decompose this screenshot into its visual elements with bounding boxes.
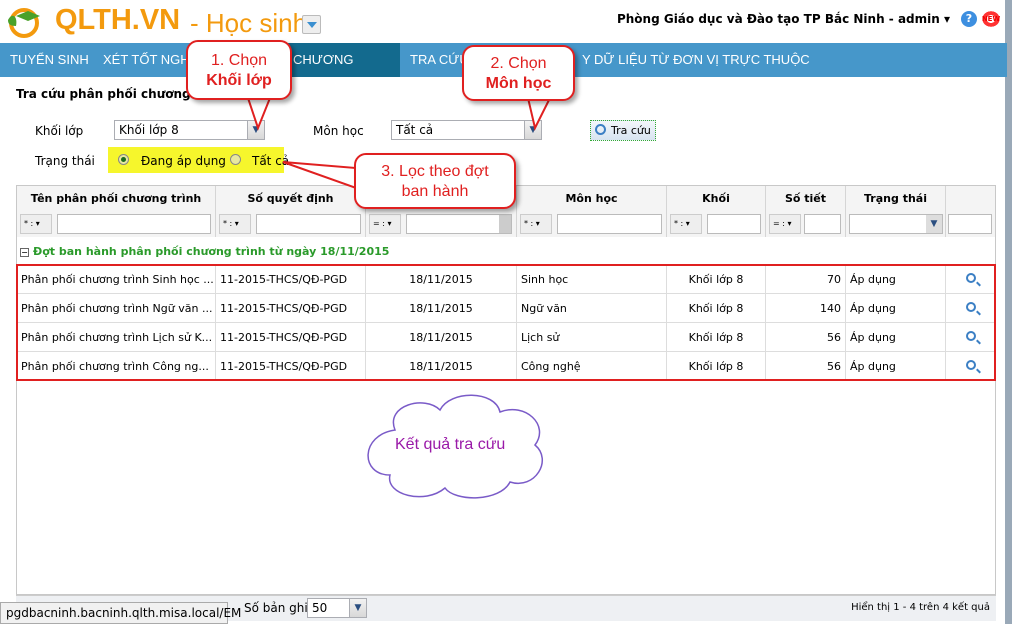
filter-date-input[interactable] [406, 214, 512, 234]
filter-op[interactable]: = : ▾ [769, 214, 801, 234]
col-header-subject[interactable]: Môn học [517, 186, 667, 211]
chevron-down-icon[interactable]: ▼ [247, 121, 264, 139]
filter-grade-input[interactable] [707, 214, 761, 234]
col-header-action [946, 186, 995, 211]
cloud-text: Kết quả tra cứu [395, 436, 506, 453]
page-size-label: Số bản ghi [244, 601, 308, 615]
filter-date: = : ▾ [366, 211, 517, 237]
callout-text: 3. Lọc theo đợt [381, 163, 489, 180]
callout-text-bold: Môn học [485, 75, 552, 92]
module-title: - Học sinh [190, 8, 308, 38]
filter-op[interactable]: * : ▾ [20, 214, 52, 234]
filter-periods: = : ▾ [766, 211, 846, 237]
page-size-select[interactable]: 50 ▼ [307, 598, 367, 618]
filter-subject: * : ▾ [517, 211, 667, 237]
radio-all[interactable] [230, 154, 241, 165]
callout-khoi-lop: 1. Chọn Khối lớp [186, 40, 292, 100]
callout-text-bold: Khối lớp [206, 72, 272, 89]
logo-icon [8, 8, 40, 38]
col-header-decision[interactable]: Số quyết định [216, 186, 366, 211]
search-icon [595, 124, 606, 135]
filter-op[interactable]: * : ▾ [219, 214, 251, 234]
mon-hoc-label: Môn học [313, 124, 364, 138]
nav-xet-tot-nghiep[interactable]: XÉT TỐT NGH [93, 43, 200, 77]
khoi-lop-select[interactable]: Khối lớp 8 ▼ [114, 120, 265, 140]
filter-subject-input[interactable] [557, 214, 662, 234]
callout-mon-hoc: 2. Chọn Môn học [462, 45, 575, 101]
results-highlight [16, 264, 996, 381]
radio-active-label[interactable]: Đang áp dụng [141, 154, 226, 168]
filter-status: ▼ [846, 211, 946, 237]
mon-hoc-value: Tất cả [396, 123, 434, 137]
status-label: Trạng thái [35, 154, 95, 168]
filter-decision-input[interactable] [256, 214, 361, 234]
status-bar-url: pgdbacninh.bacninh.qlth.misa.local/EM [0, 602, 241, 624]
filter-op[interactable]: * : ▾ [670, 214, 702, 234]
mon-hoc-select[interactable]: Tất cả ▼ [391, 120, 542, 140]
khoi-lop-value: Khối lớp 8 [119, 123, 179, 137]
user-menu[interactable]: Phòng Giáo dục và Đào tạo TP Bắc Ninh - … [617, 12, 950, 26]
filter-action-input[interactable] [948, 214, 992, 234]
nav-chuong-trinh[interactable]: CHƯƠNG TRÌNH [283, 43, 400, 101]
callout-dot-ban-hanh: 3. Lọc theo đợt ban hành [354, 153, 516, 209]
col-header-name[interactable]: Tên phân phối chương trình [17, 186, 216, 211]
khoi-lop-label: Khối lớp [35, 124, 84, 138]
chevron-down-icon[interactable]: ▼ [926, 215, 942, 233]
new-badge-icon[interactable]: NEW [981, 10, 1001, 28]
window-border [1005, 0, 1012, 624]
filter-op[interactable]: * : ▾ [520, 214, 552, 234]
nav-tuyen-sinh[interactable]: TUYỂN SINH [0, 43, 99, 77]
page-size-value: 50 [312, 601, 328, 615]
chevron-down-icon[interactable]: ▼ [349, 599, 366, 617]
filter-grade: * : ▾ [667, 211, 766, 237]
calendar-icon[interactable] [499, 215, 511, 233]
filter-op[interactable]: = : ▾ [369, 214, 401, 234]
collapse-icon[interactable]: − [20, 248, 29, 257]
filter-status-select[interactable]: ▼ [849, 214, 943, 234]
chevron-down-icon[interactable]: ▼ [524, 121, 541, 139]
col-header-periods[interactable]: Số tiết [766, 186, 846, 211]
radio-active[interactable] [118, 154, 129, 165]
group-header[interactable]: − Đợt ban hành phân phối chương trình từ … [20, 245, 389, 258]
brand-name[interactable]: QLTH.VN [55, 4, 180, 37]
header: QLTH.VN - Học sinh Phòng Giáo dục và Đào… [0, 0, 1012, 43]
filter-name: * : ▾ [17, 211, 216, 237]
filter-decision: * : ▾ [216, 211, 366, 237]
filter-name-input[interactable] [57, 214, 211, 234]
callout-text: 2. Chọn [490, 55, 547, 72]
page-title: Tra cứu phân phối chương t [16, 87, 201, 101]
radio-all-label[interactable]: Tất cả [252, 154, 289, 168]
help-icon[interactable]: ? [961, 11, 977, 27]
filter-periods-input[interactable] [804, 214, 841, 234]
callout-text: ban hành [401, 183, 469, 200]
nav-du-lieu-don-vi[interactable]: Y DỮ LIỆU TỪ ĐƠN VỊ TRỰC THUỘC [572, 43, 820, 77]
callout-text: 1. Chọn [210, 52, 268, 69]
col-header-grade[interactable]: Khối [667, 186, 766, 211]
module-dropdown[interactable] [302, 15, 321, 34]
pager-summary: Hiển thị 1 - 4 trên 4 kết quả [851, 602, 990, 613]
search-button-label: Tra cứu [611, 124, 651, 137]
col-header-status[interactable]: Trạng thái [846, 186, 946, 211]
group-label: Đợt ban hành phân phối chương trình từ n… [33, 245, 390, 258]
search-button[interactable]: Tra cứu [590, 120, 656, 141]
filter-action [946, 211, 995, 237]
